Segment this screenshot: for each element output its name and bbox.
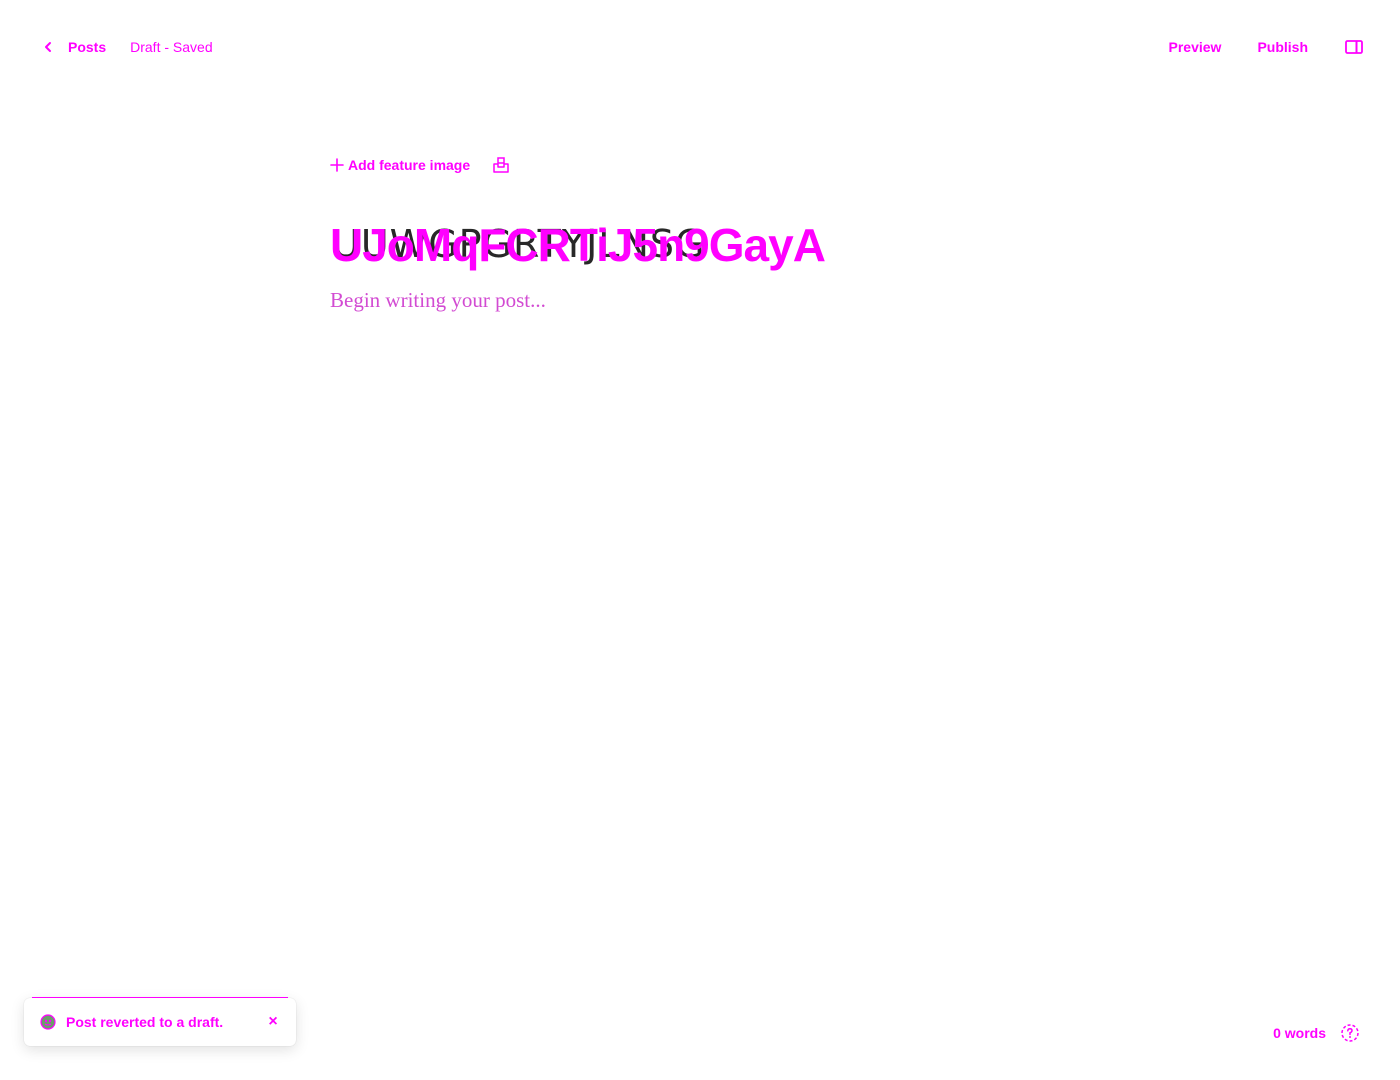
- feature-image-row: Add feature image: [330, 150, 1070, 180]
- close-icon[interactable]: ×: [266, 1013, 280, 1030]
- help-circle-icon[interactable]: [1340, 1023, 1360, 1043]
- notification-toast: Post reverted to a draft. ×: [24, 997, 296, 1046]
- post-body-editor[interactable]: Begin writing your post...: [330, 288, 1070, 313]
- post-title-text: UJoMqFCRTiJ5n9GayA: [330, 219, 826, 271]
- chevron-left-icon: [38, 37, 58, 57]
- unsplash-icon[interactable]: [492, 156, 510, 174]
- preview-button[interactable]: Preview: [1169, 39, 1222, 55]
- toast-message: Post reverted to a draft.: [66, 1014, 224, 1030]
- header-left: Posts Draft - Saved: [38, 36, 213, 58]
- toast-accent-line: [32, 997, 288, 998]
- post-title-input[interactable]: UUWGPGRTYJLNSG UJoMqFCRTiJ5n9GayA: [330, 214, 1070, 274]
- back-label: Posts: [68, 39, 107, 55]
- save-status: Draft - Saved: [130, 39, 213, 55]
- globe-status-icon: [40, 1014, 56, 1030]
- publish-button[interactable]: Publish: [1257, 39, 1308, 55]
- word-count: 0 words: [1273, 1025, 1326, 1041]
- post-editor: Add feature image UUWGPGRTYJLNSG UJoMqFC…: [330, 150, 1070, 313]
- sidebar-panel-icon[interactable]: [1344, 37, 1364, 57]
- word-count-area: 0 words: [1273, 1022, 1360, 1044]
- add-feature-image-label: Add feature image: [348, 157, 471, 173]
- back-to-posts-button[interactable]: Posts: [38, 37, 106, 57]
- header-right: Preview Publish: [1169, 36, 1365, 58]
- plus-icon: [330, 158, 344, 172]
- add-feature-image-button[interactable]: Add feature image: [330, 157, 470, 173]
